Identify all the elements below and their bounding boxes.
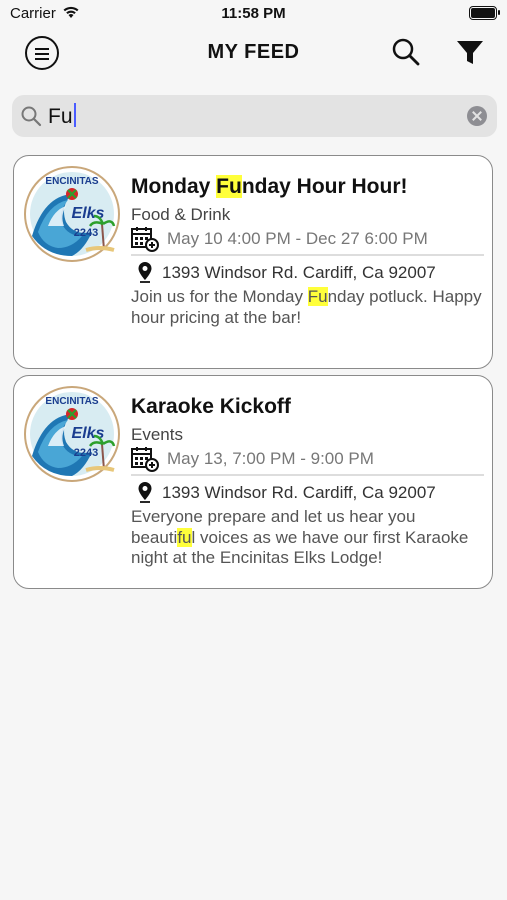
clear-icon[interactable] — [467, 106, 487, 126]
event-card[interactable]: ENCINITAS Elks 2243 Karaoke Kickoff Even… — [13, 375, 493, 589]
event-description: Join us for the Monday Funday potluck. H… — [131, 287, 482, 327]
event-date: May 10 4:00 PM - Dec 27 6:00 PM — [167, 229, 428, 248]
event-description: Everyone prepare and let us hear you bea… — [131, 507, 469, 567]
nav-bar: MY FEED — [0, 28, 507, 78]
event-address: 1393 Windsor Rd. Cardiff, Ca 92007 — [162, 483, 436, 502]
svg-text:2243: 2243 — [74, 447, 98, 459]
event-category: Events — [131, 425, 183, 444]
event-card[interactable]: ENCINITAS Elks 2243 Monday Funday Hour H… — [13, 155, 493, 369]
search-icon[interactable] — [390, 36, 422, 68]
divider — [131, 254, 484, 256]
location-pin-icon — [138, 262, 152, 283]
elks-logo: ENCINITAS Elks 2243 — [24, 386, 120, 482]
search-field-icon — [21, 106, 42, 127]
search-input[interactable]: Fu — [48, 103, 76, 129]
filter-icon[interactable] — [455, 38, 485, 68]
clock: 11:58 PM — [221, 5, 286, 22]
search-bar[interactable]: Fu — [12, 95, 497, 137]
battery-icon — [469, 6, 500, 20]
text-caret — [73, 103, 76, 127]
event-title: Karaoke Kickoff — [131, 395, 291, 418]
event-category: Food & Drink — [131, 205, 231, 224]
event-title: Monday Funday Hour Hour! — [131, 175, 408, 198]
event-date: May 13, 7:00 PM - 9:00 PM — [167, 449, 374, 468]
calendar-add-icon — [131, 227, 159, 252]
svg-text:2243: 2243 — [74, 227, 98, 239]
status-bar: Carrier 11:58 PM — [0, 0, 507, 28]
page-title: MY FEED — [207, 41, 300, 63]
event-address: 1393 Windsor Rd. Cardiff, Ca 92007 — [162, 263, 436, 282]
svg-text:ENCINITAS: ENCINITAS — [45, 396, 98, 407]
svg-text:ENCINITAS: ENCINITAS — [45, 176, 98, 187]
divider — [131, 474, 484, 476]
location-pin-icon — [138, 482, 152, 503]
elks-logo: ENCINITAS Elks 2243 — [24, 166, 120, 262]
calendar-add-icon — [131, 447, 159, 472]
